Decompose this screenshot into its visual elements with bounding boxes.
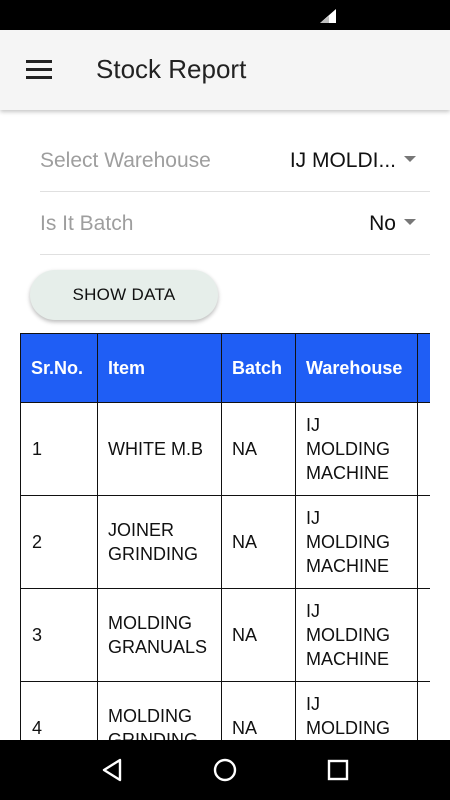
header-warehouse: Warehouse: [295, 333, 418, 403]
table-row[interactable]: 2 JOINER GRINDING NA IJ MOLDING MACHINE: [20, 495, 430, 589]
app-bar: Stock Report: [0, 30, 450, 110]
status-bar: [0, 0, 450, 30]
cell-batch: NA: [221, 588, 296, 682]
recents-icon[interactable]: [318, 750, 358, 790]
back-icon[interactable]: [92, 750, 132, 790]
caret-down-icon: [404, 219, 416, 225]
batch-label: Is It Batch: [40, 212, 134, 235]
cell-extra: [417, 588, 430, 682]
signal-icon: [320, 9, 336, 23]
warehouse-filter-row: Select Warehouse IJ MOLDI...: [40, 130, 430, 192]
cell-extra: [417, 402, 430, 496]
cell-batch: NA: [221, 681, 296, 740]
caret-down-icon: [404, 156, 416, 162]
warehouse-select-value: IJ MOLDI...: [289, 149, 396, 172]
cell-item: WHITE M.B: [97, 402, 222, 496]
table-row[interactable]: 4 MOLDING GRINDING NA IJ MOLDING MACHINE: [20, 681, 430, 740]
cell-batch: NA: [221, 402, 296, 496]
warehouse-select[interactable]: IJ MOLDI...: [289, 147, 416, 175]
cell-item: MOLDING GRANUALS: [97, 588, 222, 682]
cell-warehouse: IJ MOLDING MACHINE: [295, 588, 418, 682]
page-title: Stock Report: [96, 54, 247, 84]
cell-item: JOINER GRINDING: [97, 495, 222, 589]
stock-table-container[interactable]: Sr.No. Item Batch Warehouse 1 WHITE M.B …: [20, 333, 430, 740]
cell-sr-no: 1: [20, 402, 98, 496]
cell-warehouse: IJ MOLDING MACHINE: [295, 495, 418, 589]
header-batch: Batch: [221, 333, 296, 403]
show-data-button[interactable]: SHOW DATA: [30, 270, 218, 320]
cell-batch: NA: [221, 495, 296, 589]
cell-extra: [417, 681, 430, 740]
table-row[interactable]: 3 MOLDING GRANUALS NA IJ MOLDING MACHINE: [20, 588, 430, 682]
batch-filter-row: Is It Batch No: [40, 193, 430, 255]
cell-item: MOLDING GRINDING: [97, 681, 222, 740]
menu-icon[interactable]: [22, 56, 58, 84]
home-icon[interactable]: [205, 750, 245, 790]
cell-warehouse: IJ MOLDING MACHINE: [295, 402, 418, 496]
cell-sr-no: 4: [20, 681, 98, 740]
table-header-row: Sr.No. Item Batch Warehouse: [20, 333, 430, 403]
cell-warehouse: IJ MOLDING MACHINE: [295, 681, 418, 740]
navigation-bar: [0, 740, 450, 800]
table-row[interactable]: 1 WHITE M.B NA IJ MOLDING MACHINE: [20, 402, 430, 496]
batch-select-value: No: [369, 212, 396, 235]
header-sr-no: Sr.No.: [20, 333, 98, 403]
stock-table: Sr.No. Item Batch Warehouse 1 WHITE M.B …: [20, 333, 430, 740]
cell-extra: [417, 495, 430, 589]
batch-select[interactable]: No: [369, 210, 416, 238]
cell-sr-no: 3: [20, 588, 98, 682]
cell-sr-no: 2: [20, 495, 98, 589]
header-extra: [417, 333, 430, 403]
header-item: Item: [97, 333, 222, 403]
warehouse-label: Select Warehouse: [40, 149, 211, 172]
